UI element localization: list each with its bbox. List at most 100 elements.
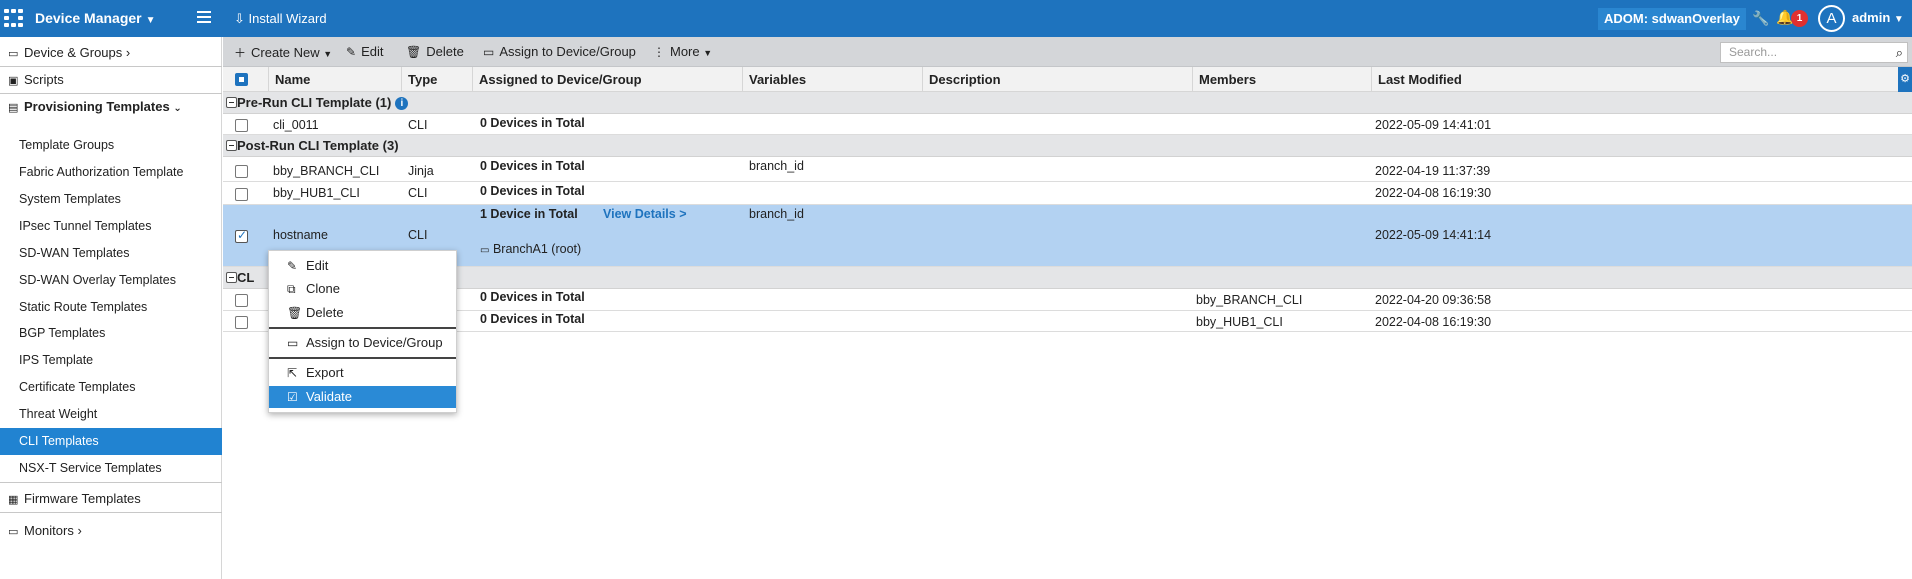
adom-selector[interactable]: ADOM: sdwanOverlay	[1598, 8, 1746, 30]
info-icon[interactable]: i	[395, 97, 409, 110]
row-checkbox[interactable]	[235, 165, 248, 178]
collapse-icon[interactable]	[226, 140, 237, 151]
row-checkbox[interactable]	[235, 119, 248, 132]
table-row[interactable]: 0 Devices in Total bby_BRANCH_CLI 2022-0…	[223, 289, 1912, 311]
group-header-pre-run[interactable]: Pre-Run CLI Template (1) i	[223, 92, 1912, 114]
gear-icon[interactable]: ⚙	[1898, 67, 1912, 92]
context-menu-assign[interactable]: ▭ Assign to Device/Group	[269, 332, 456, 354]
select-all-checkbox[interactable]	[235, 73, 248, 86]
context-menu-export[interactable]: ⇱ Export	[269, 362, 456, 384]
sidebar-sub-sdwan-overlay-templates[interactable]: SD-WAN Overlay Templates	[0, 267, 222, 294]
row-checkbox-checked[interactable]	[235, 228, 248, 243]
search-input[interactable]: Search... ⌕	[1720, 42, 1908, 63]
sidebar-sub-template-groups[interactable]: Template Groups	[0, 132, 222, 159]
context-menu-label: Edit	[306, 258, 329, 273]
search-icon[interactable]: ⌕	[1896, 43, 1903, 62]
sidebar-item-scripts[interactable]: ▣ Scripts	[0, 67, 222, 93]
sidebar-item-provisioning-templates[interactable]: ▤ Provisioning Templates ⌄	[0, 94, 222, 120]
column-header-type[interactable]: Type	[401, 67, 471, 92]
sidebar-item-monitors[interactable]: ▭ Monitors ›	[0, 518, 222, 544]
column-header-description[interactable]: Description	[922, 67, 1192, 92]
table-row-selected[interactable]: hostname CLI 1 Device in Total View Deta…	[223, 205, 1912, 267]
column-header-name[interactable]: Name	[268, 67, 368, 92]
cell-type: CLI	[408, 228, 428, 242]
sidebar-item-firmware-templates[interactable]: ▦ Firmware Templates	[0, 486, 222, 512]
export-icon: ⇱	[287, 366, 298, 380]
notification-badge[interactable]: 1	[1791, 10, 1808, 27]
column-header-variables[interactable]: Variables	[742, 67, 922, 92]
app-title-dropdown[interactable]: Device Manager ▼	[35, 10, 156, 26]
column-header-members[interactable]: Members	[1192, 67, 1372, 92]
view-details-link[interactable]: View Details >	[603, 207, 687, 221]
sidebar-sub-bgp-templates[interactable]: BGP Templates	[0, 320, 222, 347]
sidebar-sub-system-templates[interactable]: System Templates	[0, 186, 222, 213]
row-checkbox[interactable]	[235, 294, 248, 307]
wrench-icon[interactable]: 🔧	[1752, 10, 1769, 27]
table-header: Name Type Assigned to Device/Group Varia…	[223, 67, 1912, 92]
create-new-button[interactable]: ＋ Create New ▼	[234, 44, 332, 61]
device-entry: ▭ BranchA1 (root)	[480, 242, 581, 256]
chip-icon: ▦	[8, 494, 19, 506]
cell-assigned: 0 Devices in Total	[480, 290, 585, 304]
cell-name: cli_0011	[273, 118, 319, 132]
table-row[interactable]: cli_0011 CLI 0 Devices in Total 2022-05-…	[223, 114, 1912, 135]
user-menu[interactable]: admin ▼	[1852, 10, 1904, 25]
delete-button[interactable]: 🗑 Delete	[406, 44, 464, 59]
sidebar-sub-ipsec-tunnel-templates[interactable]: IPsec Tunnel Templates	[0, 213, 222, 240]
sidebar-sub-cli-templates[interactable]: CLI Templates	[0, 428, 222, 455]
trash-icon: 🗑	[406, 45, 422, 59]
chevron-down-icon: ⌄	[173, 103, 182, 114]
context-menu-label: Assign to Device/Group	[306, 335, 443, 350]
table-row[interactable]: bby_BRANCH_CLI Jinja 0 Devices in Total …	[223, 157, 1912, 182]
cell-last-modified: 2022-05-09 14:41:01	[1375, 118, 1492, 132]
edit-button[interactable]: ✎ Edit	[346, 44, 383, 59]
sidebar-sub-nsxt-service-templates[interactable]: NSX-T Service Templates	[0, 455, 222, 482]
cell-assigned: 0 Devices in Total	[480, 159, 585, 173]
validate-icon: ☑	[287, 390, 298, 404]
column-header-assigned[interactable]: Assigned to Device/Group	[472, 67, 742, 92]
sidebar-item-label: Firmware Templates	[24, 491, 141, 506]
delete-label: Delete	[426, 44, 464, 59]
context-menu-edit[interactable]: ✎ Edit	[269, 255, 456, 277]
collapse-icon[interactable]	[226, 272, 237, 283]
cell-assigned: 0 Devices in Total	[480, 184, 585, 198]
sidebar-sub-ips-template[interactable]: IPS Template	[0, 347, 222, 374]
context-menu-delete[interactable]: 🗑 Delete	[269, 302, 456, 324]
avatar[interactable]: A	[1818, 5, 1845, 32]
more-button[interactable]: ⋮ More ▼	[653, 44, 712, 59]
fortinet-logo-icon[interactable]	[4, 9, 24, 27]
row-checkbox[interactable]	[235, 316, 248, 329]
context-menu-clone[interactable]: ⧉ Clone	[269, 278, 456, 300]
sidebar-sub-certificate-templates[interactable]: Certificate Templates	[0, 374, 222, 401]
install-wizard-button[interactable]: ⇩ Install Wizard	[234, 11, 327, 27]
hamburger-menu-icon[interactable]	[197, 11, 211, 23]
clone-icon: ⧉	[287, 282, 296, 296]
group-header-cli[interactable]: CL	[223, 267, 1912, 289]
cell-type: CLI	[408, 118, 428, 132]
trash-icon: 🗑	[287, 306, 303, 320]
more-label: More	[670, 44, 700, 59]
table-row[interactable]: 0 Devices in Total bby_HUB1_CLI 2022-04-…	[223, 311, 1912, 332]
context-menu-validate[interactable]: ☑ Validate	[269, 386, 456, 408]
collapse-icon[interactable]	[226, 97, 237, 108]
table-row[interactable]: bby_HUB1_CLI CLI 0 Devices in Total 2022…	[223, 182, 1912, 205]
group-header-post-run[interactable]: Post-Run CLI Template (3)	[223, 135, 1912, 157]
cell-variables: branch_id	[749, 159, 804, 173]
menu-divider	[269, 327, 456, 329]
context-menu: ✎ Edit ⧉ Clone 🗑 Delete ▭ Assign to Device/G…	[268, 250, 457, 413]
chevron-right-icon: ›	[77, 523, 82, 538]
row-checkbox[interactable]	[235, 188, 248, 201]
device-icon: ▭	[483, 45, 495, 59]
sidebar-sub-static-route-templates[interactable]: Static Route Templates	[0, 294, 222, 321]
column-header-last-modified[interactable]: Last Modified	[1371, 67, 1891, 92]
install-wizard-label: Install Wizard	[248, 11, 327, 26]
cell-type: CLI	[408, 186, 428, 200]
assign-button[interactable]: ▭ Assign to Device/Group	[483, 44, 636, 59]
toolbar: ＋ Create New ▼ ✎ Edit 🗑 Delete ▭ Assign to D…	[223, 37, 1912, 67]
sidebar-sub-sdwan-templates[interactable]: SD-WAN Templates	[0, 240, 222, 267]
user-name: admin	[1852, 10, 1891, 25]
sidebar-sub-threat-weight[interactable]: Threat Weight	[0, 401, 222, 428]
device-icon: ▭	[480, 245, 490, 256]
sidebar-item-device-groups[interactable]: ▭ Device & Groups ›	[0, 40, 222, 66]
sidebar-sub-fabric-authorization-template[interactable]: Fabric Authorization Template	[0, 159, 222, 186]
